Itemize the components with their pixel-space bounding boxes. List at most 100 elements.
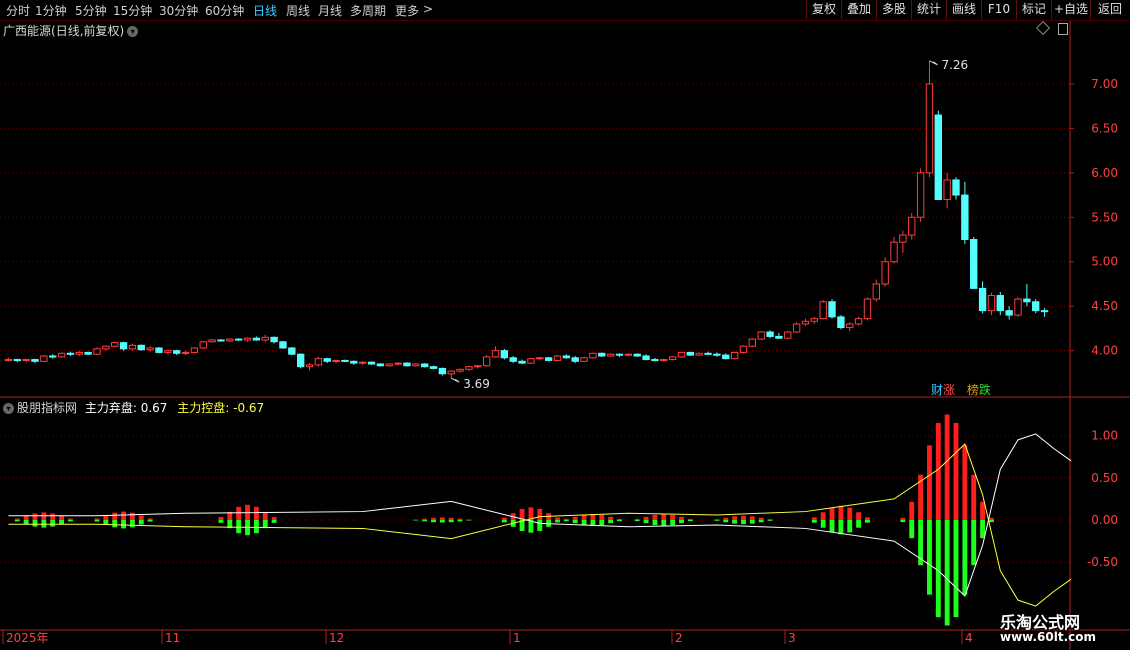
hist-bar-negative	[679, 520, 684, 524]
hist-bar-negative	[67, 520, 73, 522]
hist-bar-negative	[856, 520, 862, 528]
candle-body	[190, 347, 199, 353]
candle-body	[447, 370, 455, 375]
badge-finance[interactable]: 财涨	[930, 381, 956, 398]
hist-bar-negative	[50, 520, 56, 527]
candle-body	[775, 335, 783, 339]
hist-bar-negative	[581, 520, 587, 526]
hist-bar-positive	[971, 474, 977, 520]
hist-bar-positive	[32, 513, 38, 520]
hist-bar-negative	[714, 520, 720, 521]
candle-body	[49, 355, 57, 358]
hist-bar-negative	[271, 520, 277, 523]
hist-bar-positive	[661, 514, 667, 520]
candle-body	[553, 355, 562, 361]
chevron-down-icon[interactable]: ▾	[3, 403, 14, 414]
candle-body	[978, 287, 987, 312]
candle-body	[164, 350, 172, 353]
candle-body	[173, 350, 181, 354]
hist-bar-negative	[838, 520, 844, 535]
candle-body	[828, 301, 836, 318]
candle-body	[810, 318, 819, 322]
hist-bar-positive	[218, 517, 224, 520]
candle-body	[279, 341, 287, 349]
candle-body	[544, 357, 553, 361]
candle-body	[925, 83, 934, 174]
candle-body	[633, 353, 641, 357]
ind-y-tick-label: 1.00	[1091, 429, 1118, 443]
window-icon[interactable]	[1058, 23, 1068, 35]
hist-bar-positive	[944, 414, 950, 520]
x-tick-label: 11	[165, 631, 180, 645]
hist-bar-positive	[820, 512, 826, 520]
hist-bar-negative	[723, 520, 729, 523]
hist-bar-positive	[643, 516, 649, 520]
candle-body	[996, 295, 1004, 312]
hist-bar-positive	[262, 511, 268, 520]
candle-body	[686, 351, 695, 356]
ind-y-tick-label: 0.50	[1091, 471, 1118, 485]
hist-bar-positive	[501, 517, 507, 520]
candle-body	[500, 350, 509, 359]
hist-bar-positive	[652, 514, 658, 520]
candle-body	[606, 353, 615, 357]
hist-bar-negative	[909, 520, 915, 539]
candle-body	[518, 360, 526, 364]
candle-body	[970, 239, 978, 289]
hist-bar-positive	[563, 518, 569, 520]
candle-body	[730, 351, 739, 360]
hist-bar-positive	[112, 512, 118, 520]
watermark-url: www.60lt.com	[1000, 630, 1097, 644]
candle-body	[562, 355, 571, 359]
badge-ranking[interactable]: 榜跌	[966, 381, 992, 398]
chart-canvas[interactable]: 4.00 4.50 5.00 5.50 6.00 6.50 7.00 -0.50 0.00 0.5…	[0, 0, 1130, 650]
line1-label: 主力弃盘: 0.67	[84, 401, 168, 415]
hist-bar-positive	[935, 422, 941, 520]
hist-bar-positive	[723, 517, 729, 520]
chevron-down-icon[interactable]: ▾	[127, 26, 139, 37]
candle-body	[102, 345, 110, 350]
candle-body	[420, 363, 429, 368]
candle-body	[305, 364, 314, 368]
candle-body	[890, 241, 898, 263]
hist-bar-positive	[50, 513, 56, 520]
candle-body	[943, 179, 951, 200]
candle-body	[376, 363, 385, 367]
hist-bar-positive	[138, 515, 144, 520]
stock-name: 广西能源	[3, 24, 52, 38]
hist-bar-positive	[555, 517, 560, 520]
hist-bar-negative	[767, 520, 773, 521]
hist-bar-negative	[971, 520, 977, 566]
x-tick-label: 1	[513, 631, 521, 645]
hist-bar-positive	[608, 516, 614, 520]
hist-bar-positive	[670, 514, 676, 520]
candle-body	[739, 345, 748, 353]
candle-body	[571, 357, 579, 362]
hist-bar-positive	[121, 511, 126, 520]
hist-bar-negative	[439, 520, 445, 523]
candle-body	[872, 283, 880, 300]
hist-bar-negative	[32, 520, 38, 527]
candle-body	[137, 344, 145, 351]
candle-body	[385, 363, 393, 367]
main-y-tick-label: 5.00	[1091, 255, 1118, 269]
candle-body	[668, 356, 677, 361]
hist-bar-negative	[811, 520, 817, 523]
x-tick-label: 3	[788, 631, 796, 645]
hist-bar-positive	[537, 509, 543, 520]
indicator-title: ▾ 股朋指标网 主力弃盘: 0.67 主力控盘: -0.67	[3, 399, 264, 416]
hist-bar-positive	[59, 515, 64, 520]
candle-body	[854, 318, 863, 325]
candle-body	[128, 344, 137, 350]
candle-body	[704, 352, 712, 355]
hist-bar-negative	[935, 520, 941, 618]
hist-bar-negative	[218, 520, 224, 523]
candle-body	[119, 342, 128, 350]
candle-body	[296, 353, 305, 368]
hist-bar-positive	[617, 518, 622, 520]
hist-bar-positive	[271, 517, 277, 520]
candle-body	[456, 368, 464, 372]
candle-body	[1023, 298, 1031, 303]
hist-bar-positive	[767, 519, 773, 520]
hist-bar-negative	[599, 520, 605, 526]
